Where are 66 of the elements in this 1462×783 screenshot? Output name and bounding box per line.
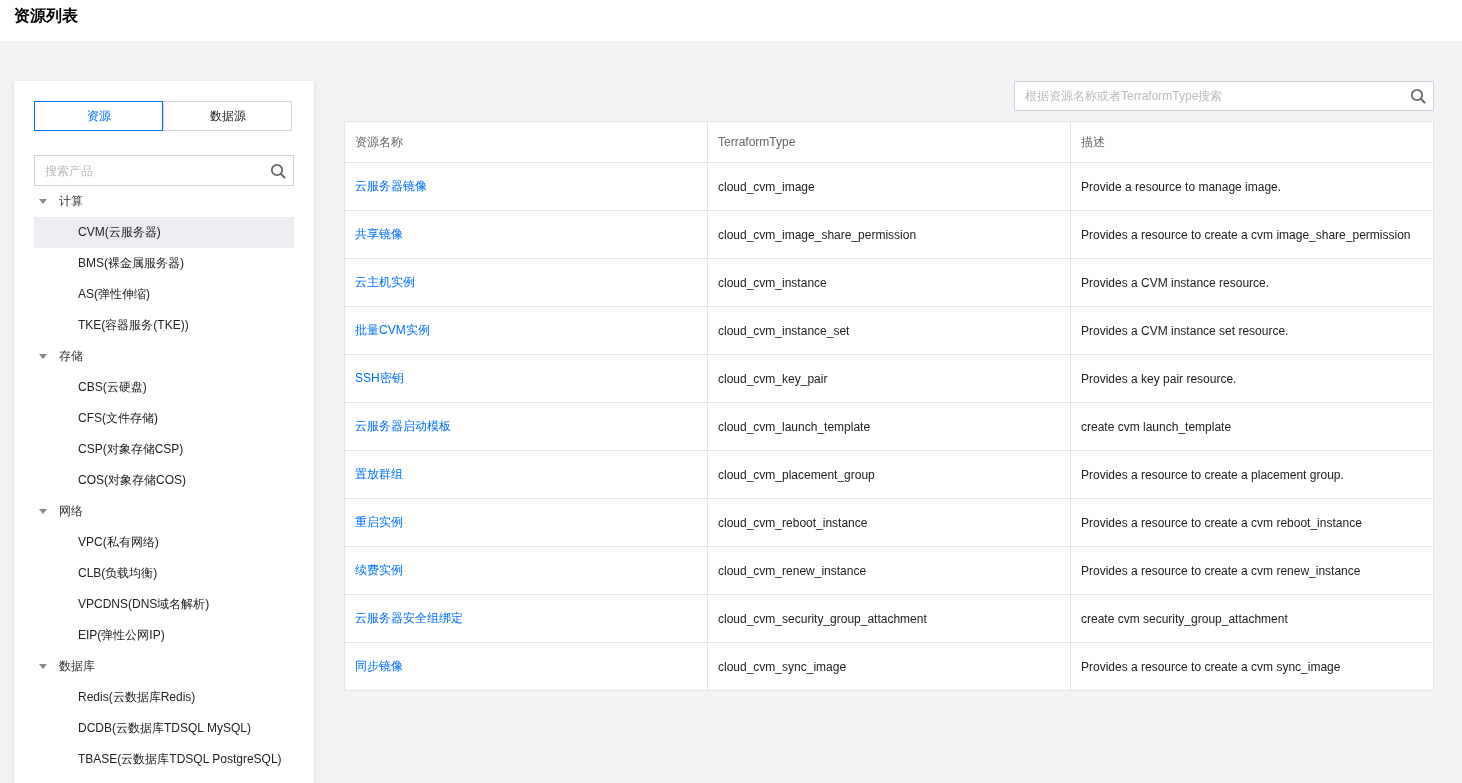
tree-group[interactable]: 计算 (34, 186, 294, 217)
column-header: 描述 (1070, 121, 1434, 163)
tree-item[interactable]: CVM(云服务器) (34, 217, 294, 248)
sidebar-tab[interactable]: 资源 (34, 101, 163, 131)
tree-item[interactable]: DCDB(云数据库TDSQL MySQL) (34, 713, 294, 744)
table-cell: Provides a CVM instance resource. (1070, 258, 1434, 307)
caret-icon (39, 663, 47, 670)
tree-item[interactable]: CLB(负载均衡) (34, 558, 294, 589)
tree-item[interactable]: COS(对象存储COS) (34, 465, 294, 496)
caret-icon (39, 198, 47, 205)
table-cell: create cvm security_group_attachment (1070, 594, 1434, 643)
tree-item[interactable]: BMS(裸金属服务器) (34, 248, 294, 279)
table-cell: cloud_cvm_renew_instance (707, 546, 1071, 595)
tree-item[interactable]: EIP(弹性公网IP) (34, 620, 294, 651)
table-cell: Provides a key pair resource. (1070, 354, 1434, 403)
tree-item[interactable]: AS(弹性伸缩) (34, 279, 294, 310)
table-cell: Provide a resource to manage image. (1070, 162, 1434, 211)
tree-item[interactable]: CSP(对象存储CSP) (34, 434, 294, 465)
resource-link[interactable]: 共享镜像 (344, 210, 708, 259)
page-title: 资源列表 (14, 6, 78, 26)
resource-search-field[interactable]: 根据资源名称或者TerraformType搜索 (1014, 81, 1434, 111)
table-cell: Provides a resource to create a cvm image_share_permission (1070, 210, 1434, 259)
tree-item[interactable]: TKE(容器服务(TKE)) (34, 310, 294, 341)
table-cell: cloud_cvm_launch_template (707, 402, 1071, 451)
resource-link[interactable]: SSH密钥 (344, 354, 708, 403)
resource-link[interactable]: 续费实例 (344, 546, 708, 595)
tree-group[interactable]: 存储 (34, 341, 294, 372)
column-header: TerraformType (707, 121, 1071, 163)
table-cell: create cvm launch_template (1070, 402, 1434, 451)
tree-item[interactable]: TBASE(云数据库TDSQL PostgreSQL) (34, 744, 294, 775)
tree-group[interactable]: 数据库 (34, 651, 294, 682)
table-cell: cloud_cvm_security_group_attachment (707, 594, 1071, 643)
tree-item[interactable]: CBS(云硬盘) (34, 372, 294, 403)
resource-link[interactable]: 置放群组 (344, 450, 708, 499)
resource-link[interactable]: 云服务器安全组绑定 (344, 594, 708, 643)
tree-item[interactable]: Redis(云数据库Redis) (34, 682, 294, 713)
table-cell: cloud_cvm_image (707, 162, 1071, 211)
table-cell: cloud_cvm_instance_set (707, 306, 1071, 355)
resource-link[interactable]: 批量CVM实例 (344, 306, 708, 355)
tree-item[interactable]: VPCDNS(DNS域名解析) (34, 589, 294, 620)
table-cell: cloud_cvm_reboot_instance (707, 498, 1071, 547)
search-icon[interactable] (1410, 88, 1426, 104)
table-cell: Provides a resource to create a cvm reboot_instance (1070, 498, 1434, 547)
table-cell: cloud_cvm_instance (707, 258, 1071, 307)
resource-link[interactable]: 云服务器启动模板 (344, 402, 708, 451)
tree-item[interactable]: CFS(文件存储) (34, 403, 294, 434)
product-search-field[interactable]: 搜索产品 (34, 155, 294, 186)
table-cell: Provides a resource to create a cvm renew_instance (1070, 546, 1434, 595)
table-cell: Provides a CVM instance set resource. (1070, 306, 1434, 355)
caret-icon (39, 353, 47, 360)
resource-link[interactable]: 重启实例 (344, 498, 708, 547)
table-cell: cloud_cvm_placement_group (707, 450, 1071, 499)
search-icon[interactable] (270, 162, 286, 179)
table-cell: cloud_cvm_image_share_permission (707, 210, 1071, 259)
tree-group[interactable]: 网络 (34, 496, 294, 527)
table-cell: cloud_cvm_sync_image (707, 642, 1071, 691)
column-header: 资源名称 (344, 121, 708, 163)
resource-link[interactable]: 云服务器镜像 (344, 162, 708, 211)
resource-link[interactable]: 云主机实例 (344, 258, 708, 307)
table-cell: Provides a resource to create a cvm sync_image (1070, 642, 1434, 691)
sidebar-tab[interactable]: 数据源 (163, 101, 292, 131)
table-cell: cloud_cvm_key_pair (707, 354, 1071, 403)
tree-item[interactable]: VPC(私有网络) (34, 527, 294, 558)
caret-icon (39, 508, 47, 515)
resource-link[interactable]: 同步镜像 (344, 642, 708, 691)
table-cell: Provides a resource to create a placement group. (1070, 450, 1434, 499)
